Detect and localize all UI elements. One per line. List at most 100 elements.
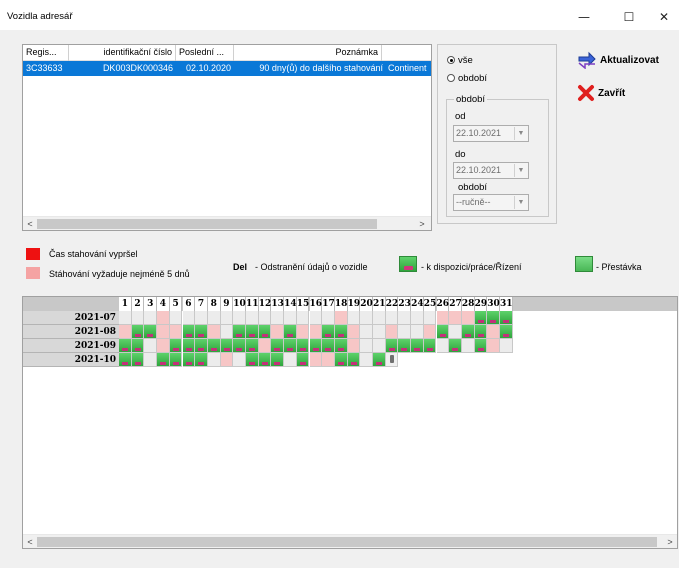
radio-all[interactable]: vše [447,55,473,66]
day-cell[interactable] [182,353,196,367]
radio-period[interactable]: období [447,73,487,84]
day-cell[interactable] [220,311,234,325]
day-cell[interactable] [246,311,259,325]
day-cell[interactable] [411,311,424,325]
day-cell[interactable] [284,339,297,353]
day-cell[interactable] [360,311,373,325]
day-cell[interactable] [487,311,500,325]
day-cell[interactable] [119,311,132,325]
day-cell[interactable] [169,339,183,353]
scroll-left-icon[interactable]: < [23,535,37,548]
day-cell[interactable] [258,353,272,367]
delete-vehicle-icon[interactable] [385,353,399,367]
day-cell[interactable] [474,311,488,325]
day-cell[interactable] [220,353,234,367]
day-cell[interactable] [258,311,272,325]
day-cell[interactable] [347,311,361,325]
day-cell[interactable] [423,325,437,339]
day-cell[interactable] [334,325,348,339]
day-cell[interactable] [182,311,196,325]
day-cell[interactable] [461,325,475,339]
day-cell[interactable] [246,339,259,353]
day-cell[interactable] [182,339,196,353]
day-cell[interactable] [271,339,285,353]
chevron-down-icon[interactable]: ▼ [514,127,527,140]
column-header-extra[interactable] [382,45,431,61]
day-cell[interactable] [347,353,361,367]
day-cell[interactable] [195,325,208,339]
day-cell[interactable] [246,353,259,367]
day-cell[interactable] [461,311,475,325]
day-cell[interactable] [119,339,132,353]
chevron-down-icon[interactable]: ▼ [514,196,527,209]
list-horizontal-scrollbar[interactable]: < > [23,216,431,230]
day-cell[interactable] [271,353,285,367]
day-cell[interactable] [157,339,170,353]
day-cell[interactable] [296,325,310,339]
day-cell[interactable] [144,353,158,367]
day-cell[interactable] [385,325,399,339]
day-cell[interactable] [258,339,272,353]
activity-calendar[interactable]: 1 2 3 4 5 6 7 8 9 10 11 12 13 14 15 16 17 18 19 20 21 22 23 24 2… [22,296,678,549]
day-cell[interactable] [398,325,412,339]
day-cell[interactable] [474,339,488,353]
day-cell[interactable] [169,311,183,325]
column-header-id[interactable]: identifikační číslo [69,45,176,61]
mode-select[interactable]: --ručně-- ▼ [453,194,529,211]
day-cell[interactable] [169,325,183,339]
day-cell[interactable] [246,325,259,339]
day-cell[interactable] [334,339,348,353]
day-cell[interactable] [220,339,234,353]
day-cell[interactable] [271,325,285,339]
day-cell[interactable] [195,311,208,325]
day-cell[interactable] [322,311,335,325]
day-cell[interactable] [360,325,373,339]
day-cell[interactable] [207,311,221,325]
day-cell[interactable] [373,311,386,325]
to-date-picker[interactable]: 22.10.2021 ▼ [453,162,529,179]
day-cell[interactable] [385,339,399,353]
day-cell[interactable] [360,339,373,353]
scroll-thumb[interactable] [37,219,377,229]
minimize-button[interactable]: — [569,6,599,28]
table-row[interactable]: 3C33633 DK003DK000346 02.10.2020 90 dny(… [23,61,431,76]
day-cell[interactable] [309,325,323,339]
day-cell[interactable] [157,353,170,367]
day-cell[interactable] [144,339,158,353]
vehicle-list[interactable]: Regis... identifikační číslo Poslední ..… [22,44,432,231]
day-cell[interactable] [436,325,450,339]
scroll-thumb[interactable] [37,537,657,547]
scroll-right-icon[interactable]: > [415,217,429,230]
day-cell[interactable] [347,339,361,353]
column-header-last[interactable]: Poslední ... [176,45,234,61]
chevron-down-icon[interactable]: ▼ [514,164,527,177]
day-cell[interactable] [500,325,513,339]
day-cell[interactable] [233,311,246,325]
day-cell[interactable] [296,353,310,367]
day-cell[interactable] [474,325,488,339]
day-cell[interactable] [436,339,450,353]
day-cell[interactable] [296,339,310,353]
day-cell[interactable] [334,311,348,325]
day-cell[interactable] [258,325,272,339]
day-cell[interactable] [233,339,246,353]
day-cell[interactable] [309,353,323,367]
day-cell[interactable] [487,339,500,353]
day-cell[interactable] [423,311,437,325]
day-cell[interactable] [131,311,145,325]
day-cell[interactable] [195,339,208,353]
day-cell[interactable] [449,311,462,325]
day-cell[interactable] [144,311,158,325]
day-cell[interactable] [334,353,348,367]
day-cell[interactable] [131,325,145,339]
day-cell[interactable] [322,339,335,353]
day-cell[interactable] [157,311,170,325]
day-cell[interactable] [500,311,513,325]
day-cell[interactable] [347,325,361,339]
maximize-button[interactable]: ☐ [614,6,644,28]
day-cell[interactable] [284,311,297,325]
day-cell[interactable] [449,339,462,353]
day-cell[interactable] [131,353,145,367]
day-cell[interactable] [271,311,285,325]
day-cell[interactable] [449,325,462,339]
